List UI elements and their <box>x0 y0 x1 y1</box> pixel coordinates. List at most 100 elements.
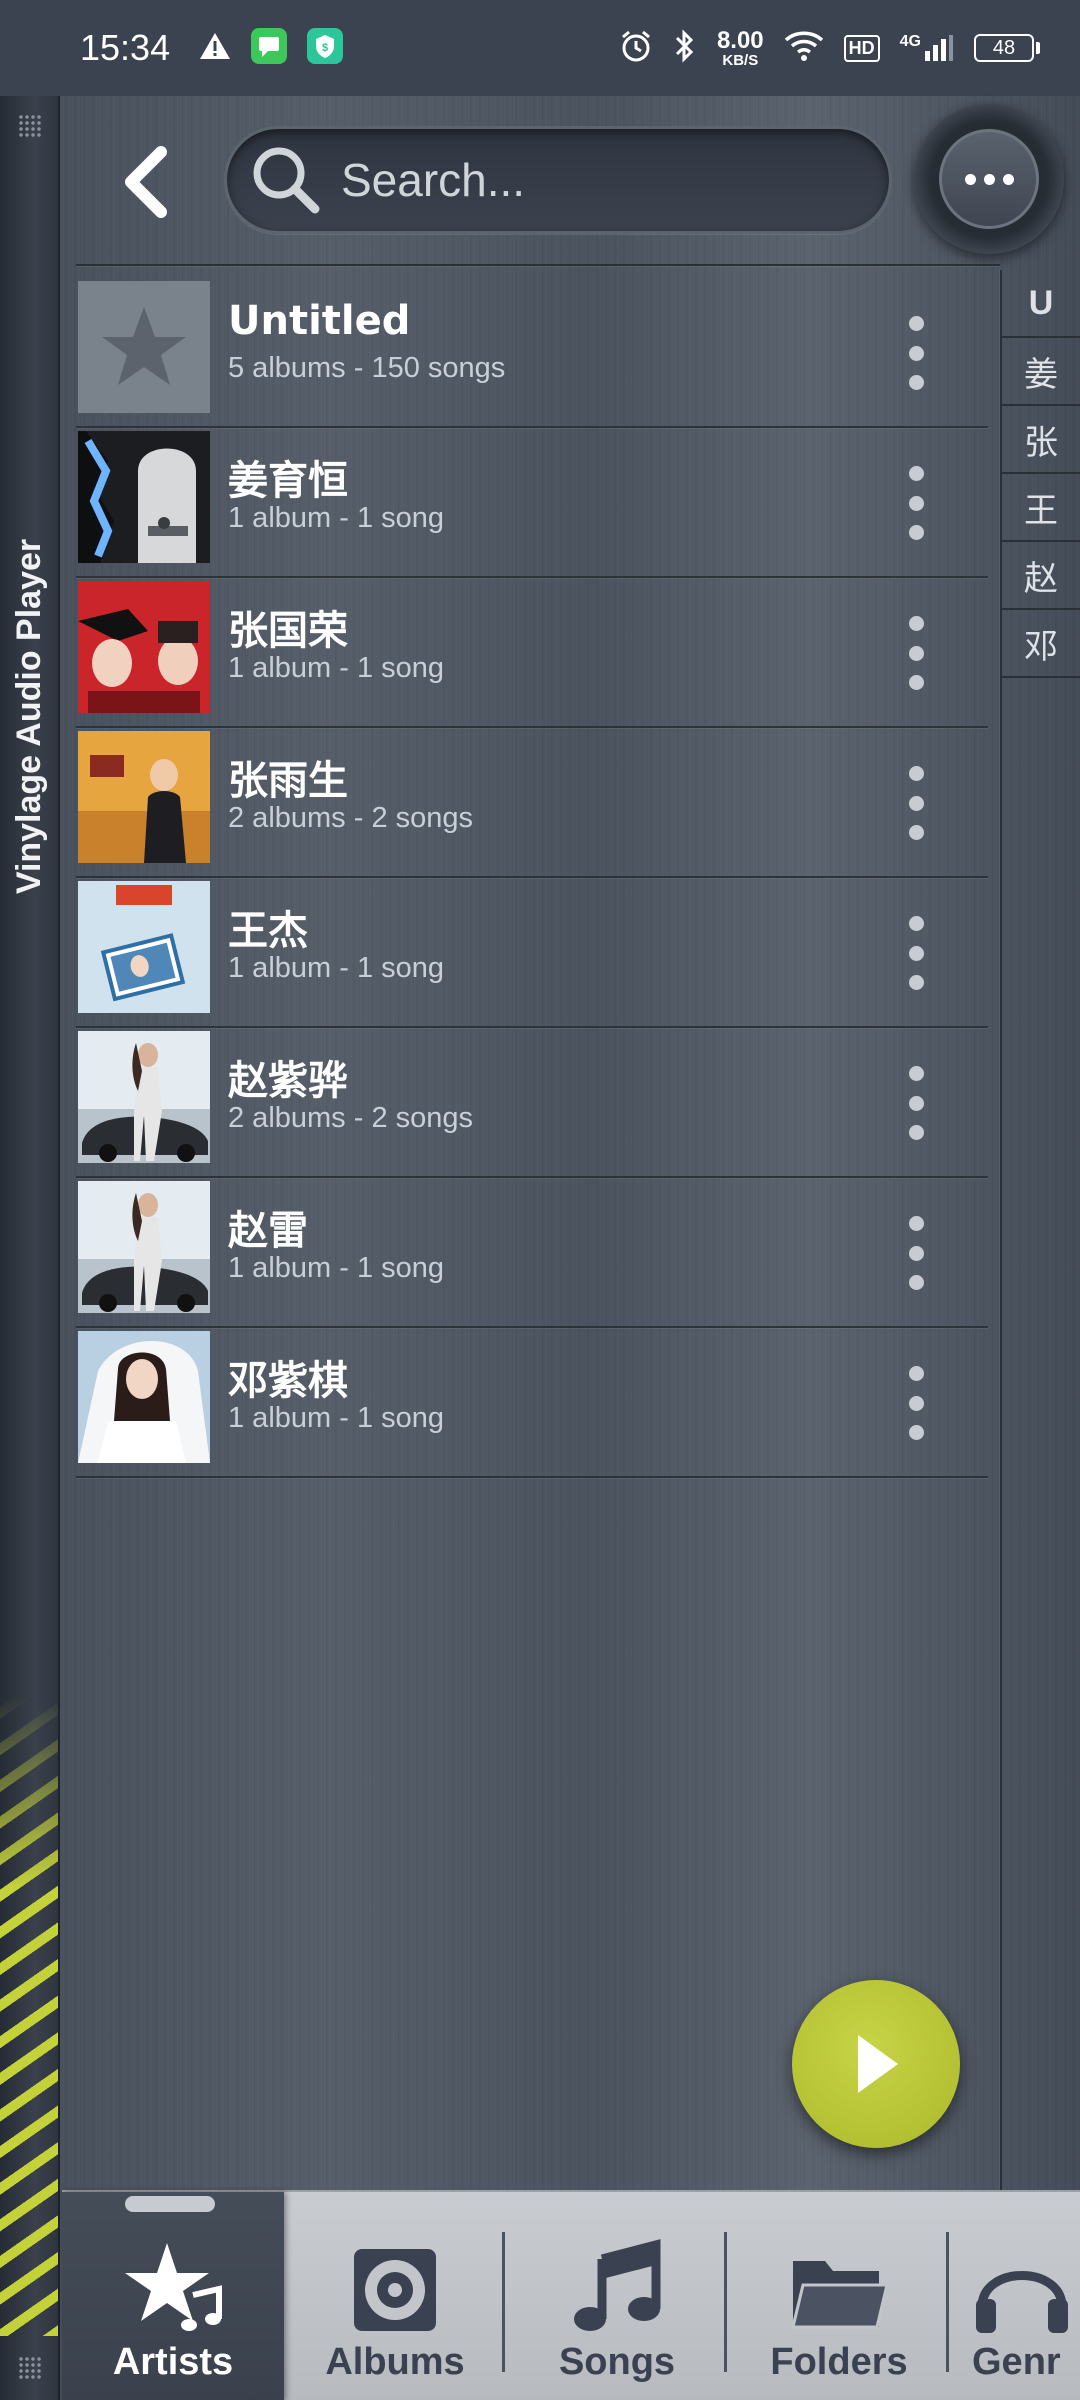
artist-row[interactable]: 张雨生 2 albums - 2 songs <box>76 728 988 878</box>
artist-thumbnail <box>78 881 210 1013</box>
item-menu-button[interactable] <box>896 766 936 840</box>
search-icon <box>253 147 320 214</box>
tab-label: Artists <box>112 2341 234 2383</box>
item-menu-button[interactable] <box>896 616 936 690</box>
tab-label: Folders <box>770 2341 908 2383</box>
network-speed: 8.00 KB/S <box>717 28 764 69</box>
folder-icon <box>791 2261 889 2329</box>
play-icon <box>858 2035 898 2093</box>
index-item[interactable]: U <box>1002 270 1080 338</box>
tab-artists[interactable]: Artists <box>62 2192 284 2400</box>
artist-row[interactable]: 赵雷 1 album - 1 song <box>76 1178 988 1328</box>
index-item[interactable]: 张 <box>1002 406 1080 474</box>
tab-folders[interactable]: Folders <box>728 2192 950 2400</box>
tab-separator <box>946 2232 949 2372</box>
artist-star-music-icon <box>125 2243 222 2331</box>
artist-name: 王杰 <box>228 908 308 954</box>
tab-albums[interactable]: Albums <box>284 2192 506 2400</box>
artist-details: 2 albums - 2 songs <box>228 802 474 834</box>
album-cover-image <box>78 731 210 863</box>
item-menu-button[interactable] <box>896 1366 936 1440</box>
artist-row[interactable]: 王杰 1 album - 1 song <box>76 878 988 1028</box>
album-cover-image <box>78 581 210 713</box>
artist-thumbnail <box>78 1031 210 1163</box>
divider <box>76 264 1000 266</box>
speed-unit: KB/S <box>722 51 759 69</box>
tab-label: Songs <box>558 2341 676 2383</box>
vinyl-disc-icon <box>354 2249 436 2331</box>
index-item[interactable]: 王 <box>1002 474 1080 542</box>
battery-icon: 48 <box>974 34 1040 62</box>
alarm-icon <box>619 29 653 67</box>
artist-name: 张国荣 <box>228 608 348 654</box>
artist-row[interactable]: Untitled 5 albums - 150 songs <box>76 278 988 428</box>
wifi-icon <box>784 30 824 66</box>
battery-level: 48 <box>974 34 1034 62</box>
headphones-icon <box>976 2271 1068 2333</box>
more-options-button[interactable] <box>914 104 1064 254</box>
item-menu-button[interactable] <box>896 1066 936 1140</box>
bluetooth-icon <box>673 28 697 68</box>
status-time: 15:34 <box>80 27 171 68</box>
artist-thumbnail <box>78 1181 210 1313</box>
svg-text:$: $ <box>322 42 328 54</box>
decorative-stripes <box>0 1696 58 2336</box>
shield-app-icon: $ <box>306 27 344 69</box>
artist-name: 邓紫棋 <box>228 1358 348 1404</box>
tab-separator <box>724 2232 727 2372</box>
album-cover-image <box>78 1031 210 1163</box>
app-title: Vinylage Audio Player <box>4 476 56 956</box>
artist-details: 5 albums - 150 songs <box>228 352 506 384</box>
hd-indicator: HD <box>843 34 880 62</box>
artist-name: 姜育恒 <box>228 458 348 504</box>
item-menu-button[interactable] <box>896 466 936 540</box>
music-note-icon <box>574 2239 661 2331</box>
alphabet-index[interactable]: U 姜 张 王 赵 邓 <box>1000 270 1080 2190</box>
bottom-tab-bar: Artists Albums Songs Folders Genr <box>62 2190 1080 2400</box>
more-dots-icon <box>939 129 1039 229</box>
tab-separator <box>502 2232 505 2372</box>
back-button[interactable] <box>110 140 180 224</box>
artist-row[interactable]: 邓紫棋 1 album - 1 song <box>76 1328 988 1478</box>
artist-row[interactable]: 赵紫骅 2 albums - 2 songs <box>76 1028 988 1178</box>
messages-app-icon <box>250 27 288 69</box>
index-item[interactable]: 赵 <box>1002 542 1080 610</box>
drag-handle[interactable] <box>125 2196 215 2212</box>
chevron-left-icon <box>125 146 167 218</box>
artist-details: 1 album - 1 song <box>228 1252 445 1284</box>
search-input[interactable] <box>341 153 861 207</box>
artist-row[interactable]: 张国荣 1 album - 1 song <box>76 578 988 728</box>
album-cover-image <box>78 431 210 563</box>
index-item[interactable]: 邓 <box>1002 610 1080 678</box>
dots-grip-icon <box>18 114 42 138</box>
app-title-text: Vinylage Audio Player <box>10 538 49 894</box>
search-bar[interactable] <box>224 126 892 234</box>
album-cover-image <box>78 1181 210 1313</box>
artist-list: Untitled 5 albums - 150 songs 姜育恒 1 albu… <box>76 278 988 1478</box>
artist-thumbnail <box>78 731 210 863</box>
tab-label: Genr <box>972 2341 1061 2383</box>
artist-name: Untitled <box>228 298 411 344</box>
item-menu-button[interactable] <box>896 316 936 390</box>
item-menu-button[interactable] <box>896 1216 936 1290</box>
artist-name: 赵紫骅 <box>228 1058 348 1104</box>
artist-details: 2 albums - 2 songs <box>228 1102 474 1134</box>
artist-name: 张雨生 <box>228 758 348 804</box>
album-cover-image <box>78 881 210 1013</box>
artist-details: 1 album - 1 song <box>228 952 445 984</box>
tab-genres[interactable]: Genr <box>950 2192 1080 2400</box>
item-menu-button[interactable] <box>896 916 936 990</box>
artist-name: 赵雷 <box>228 1208 308 1254</box>
play-button[interactable] <box>792 1980 960 2148</box>
status-bar: 15:34 $ 8.00 KB/S HD 4G 48 <box>0 0 1080 96</box>
warning-icon <box>198 31 232 65</box>
artist-details: 1 album - 1 song <box>228 502 445 534</box>
app-side-strip: Vinylage Audio Player <box>0 96 60 2400</box>
artist-thumbnail <box>78 581 210 713</box>
index-item[interactable]: 姜 <box>1002 338 1080 406</box>
artist-thumbnail <box>78 281 210 413</box>
tab-songs[interactable]: Songs <box>506 2192 728 2400</box>
artist-row[interactable]: 姜育恒 1 album - 1 song <box>76 428 988 578</box>
dots-grip-icon <box>18 2356 42 2380</box>
artist-thumbnail <box>78 431 210 563</box>
